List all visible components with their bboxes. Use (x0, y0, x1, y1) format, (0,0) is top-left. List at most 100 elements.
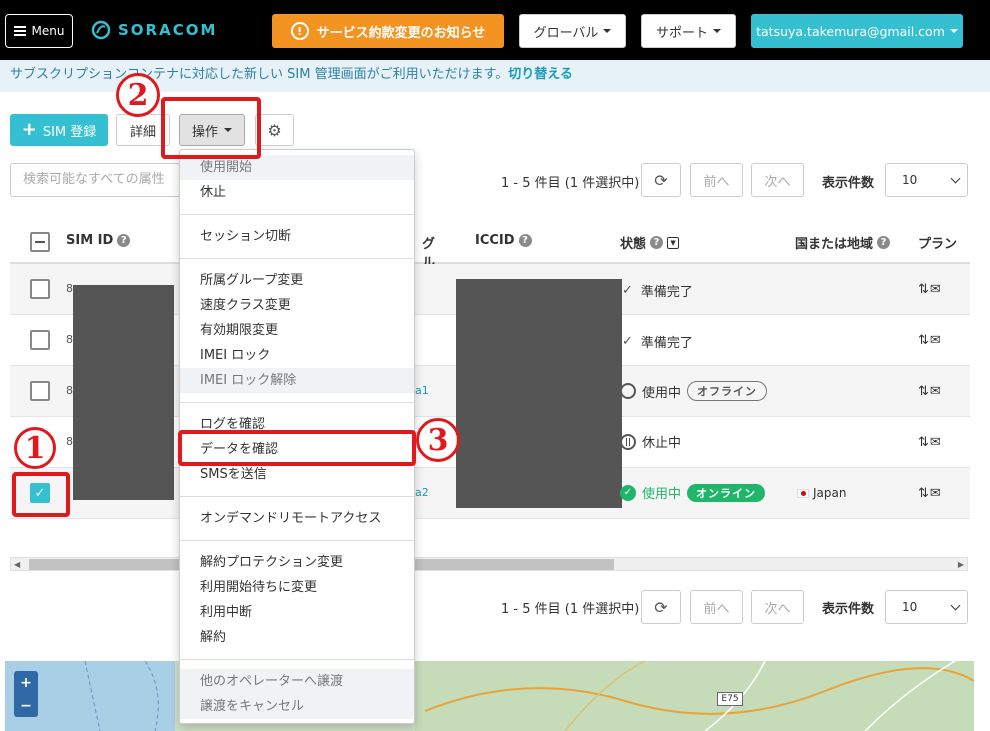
per-page-label: 表示件数 (822, 176, 875, 191)
pause-icon: || (620, 433, 636, 450)
sim-id-fragment: 8 (66, 282, 73, 295)
prev-label: 前へ (703, 601, 730, 617)
col-sim-id[interactable]: SIM ID? (66, 233, 131, 248)
row-action-icons[interactable]: ⇅✉ (918, 435, 942, 450)
horizontal-scrollbar[interactable]: ◀ ▶ (10, 557, 968, 571)
country-text: Japan (813, 486, 847, 500)
redacted-sim-ids (73, 285, 174, 500)
japan-flag-icon (797, 488, 809, 498)
row-action-icons[interactable]: ⇅✉ (918, 282, 942, 297)
refresh-icon: ⟳ (654, 597, 668, 617)
menu-item-imei-lock[interactable]: IMEI ロック (180, 343, 414, 368)
group-link[interactable]: a2 (415, 486, 429, 499)
row-action-icons[interactable]: ⇅✉ (918, 486, 942, 501)
col-plan[interactable]: プラン (918, 233, 970, 252)
status-text: 準備完了 (640, 336, 693, 351)
map[interactable] (5, 661, 974, 731)
annotation-box-operations (161, 97, 261, 159)
col-iccid-label: ICCID (475, 233, 515, 248)
help-icon[interactable]: ? (518, 234, 532, 247)
help-icon[interactable]: ? (650, 236, 664, 249)
next-label: 次へ (764, 174, 791, 190)
annotation-step-2: 2 (116, 73, 160, 117)
row-checkbox[interactable] (30, 381, 50, 401)
col-sim-id-label: SIM ID (66, 233, 114, 248)
session-badge: オフライン (687, 381, 768, 401)
prev-page-button[interactable]: 前へ (690, 590, 743, 624)
prev-page-button[interactable]: 前へ (690, 163, 743, 197)
support-dropdown[interactable]: サポート (641, 14, 736, 48)
menu-item-change-termination-protection[interactable]: 解約プロテクション変更 (180, 550, 414, 575)
notice-button[interactable]: ! サービス約款変更のお知らせ (272, 14, 504, 48)
zoom-in-button[interactable]: + (20, 675, 32, 691)
row-checkbox[interactable] (30, 330, 50, 350)
annotation-step-3: 3 (416, 418, 460, 462)
menu-item-terminate[interactable]: 解約 (180, 625, 414, 650)
filter-icon[interactable]: ▼ (667, 236, 680, 249)
menu-item-deactivate[interactable]: 利用中断 (180, 600, 414, 625)
row-action-icons[interactable]: ⇅✉ (918, 333, 942, 348)
next-page-button[interactable]: 次へ (751, 590, 804, 624)
group-link[interactable]: a1 (415, 384, 429, 397)
help-icon[interactable]: ? (117, 234, 131, 247)
caret-down-icon (713, 29, 721, 33)
map-zoom-control[interactable]: + − (14, 671, 38, 717)
menu-item-on-demand-remote-access[interactable]: オンデマンドリモートアクセス (180, 506, 414, 531)
status-text: 使用中 (642, 385, 682, 401)
per-page-select[interactable]: 10 (885, 590, 968, 624)
sim-id-fragment: 8 (66, 333, 73, 346)
scroll-right-icon[interactable]: ▶ (958, 560, 964, 569)
col-status[interactable]: 状態? ▼ (620, 233, 680, 252)
gear-icon: ⚙ (267, 120, 282, 140)
menu-item-disconnect-session[interactable]: セッション切断 (180, 224, 414, 249)
scroll-left-icon[interactable]: ◀ (14, 560, 20, 569)
global-dropdown[interactable]: グローバル (519, 14, 626, 48)
sim-register-button[interactable]: + SIM 登録 (10, 114, 108, 146)
refresh-button[interactable]: ⟳ (641, 163, 681, 197)
soracom-logo[interactable]: SORACOM (91, 20, 217, 40)
soracom-logo-icon (91, 20, 111, 40)
per-page-select[interactable]: 10 (885, 163, 968, 197)
menu-item-suspend[interactable]: 休止 (180, 180, 414, 205)
next-label: 次へ (764, 601, 791, 617)
menu-button[interactable]: Menu (5, 14, 73, 48)
menu-item-imei-unlock[interactable]: IMEI ロック解除 (180, 368, 414, 393)
menu-item-set-standby[interactable]: 利用開始待ちに変更 (180, 575, 414, 600)
per-page-value: 10 (902, 173, 918, 187)
help-icon[interactable]: ? (877, 236, 891, 249)
menu-item-transfer-to-operator[interactable]: 他のオペレーターへ譲渡 (180, 669, 414, 694)
notice-label: サービス約款変更のお知らせ (316, 25, 486, 41)
map-terrain (5, 661, 974, 731)
zoom-out-button[interactable]: − (20, 698, 32, 714)
plus-icon: + (21, 119, 37, 140)
menu-divider (180, 540, 414, 541)
check-icon: ✓ (622, 283, 633, 298)
global-dropdown-label: グローバル (533, 25, 599, 41)
user-account-dropdown[interactable]: tatsuya.takemura@gmail.com (751, 14, 963, 48)
refresh-button[interactable]: ⟳ (641, 590, 681, 624)
user-email: tatsuya.takemura@gmail.com (756, 23, 945, 39)
status-cell: 使用中 オフライン (620, 381, 768, 401)
check-icon: ✓ (622, 334, 633, 349)
menu-item-change-expiry[interactable]: 有効期限変更 (180, 318, 414, 343)
circle-icon (620, 383, 636, 399)
col-iccid[interactable]: ICCID? (475, 233, 532, 248)
status-text: 準備完了 (640, 285, 693, 300)
menu-divider (180, 258, 414, 259)
menu-item-change-speed-class[interactable]: 速度クラス変更 (180, 293, 414, 318)
row-action-icons[interactable]: ⇅✉ (918, 384, 942, 399)
session-badge: オンライン (687, 483, 766, 502)
switch-link[interactable]: 切り替える (508, 67, 573, 82)
search-input[interactable]: 検索可能なすべての属性 (10, 163, 180, 197)
status-text: 使用中 (642, 487, 682, 502)
menu-item-cancel-transfer[interactable]: 譲渡をキャンセル (180, 694, 414, 719)
col-country[interactable]: 国または地域? (795, 233, 891, 252)
status-cell: ✓ 準備完了 (622, 281, 693, 300)
row-checkbox[interactable] (30, 279, 50, 299)
annotation-box-checkbox (12, 472, 70, 517)
select-all-checkbox[interactable] (30, 232, 50, 252)
exclamation-icon: ! (290, 22, 309, 40)
country-cell: Japan (797, 486, 846, 500)
next-page-button[interactable]: 次へ (751, 163, 804, 197)
menu-item-change-group[interactable]: 所属グループ変更 (180, 268, 414, 293)
